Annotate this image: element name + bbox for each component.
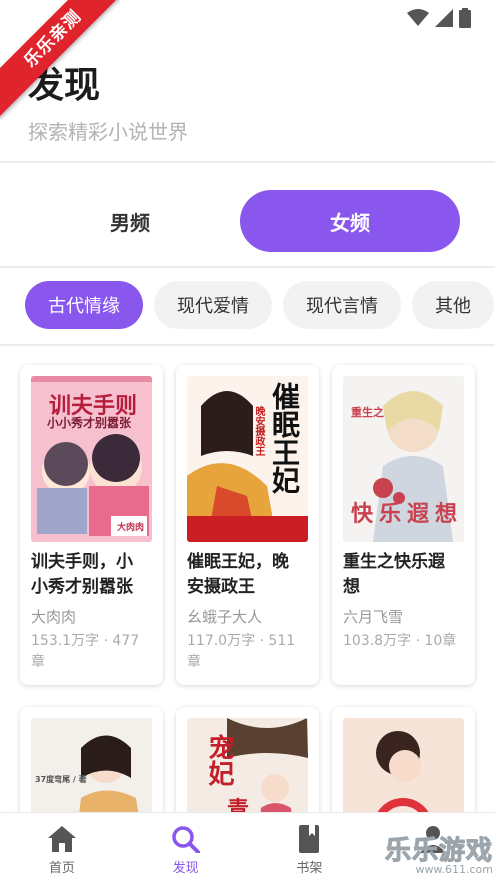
book-title: 重生之快乐遐 想	[332, 542, 475, 600]
book-title: 催眠王妃，晚 安摄政王	[176, 542, 319, 600]
book-meta-line: 153.1万字 · 477	[31, 633, 140, 649]
category-chip-ancient[interactable]: 古代情缘	[25, 281, 143, 329]
book-title-line: 重生之快乐遐	[343, 552, 445, 572]
nav-home[interactable]: 首页	[0, 813, 124, 880]
watermark-main: 乐乐游戏	[384, 836, 493, 867]
watermark-logo: 乐乐游戏 www.611.com	[384, 830, 493, 877]
book-title-line: 训夫手则，小	[31, 552, 133, 572]
battery-icon	[459, 8, 471, 28]
category-chip-modern-romance[interactable]: 现代言情	[283, 281, 401, 329]
corner-ribbon: 乐乐亲测	[0, 0, 120, 120]
status-icons	[407, 8, 471, 28]
nav-bookshelf-label: 书架	[296, 861, 323, 876]
book-meta-line: 103.8万字 · 10章	[343, 633, 457, 649]
tab-male[interactable]: 男频	[20, 190, 240, 252]
cover-title: 重生之	[351, 406, 384, 419]
book-cover: 催眠王妃 晚安摄政王	[187, 376, 308, 542]
cover-title: 宠妃	[204, 734, 234, 786]
cover-subtitle: 小小秀才别嚣张	[47, 416, 132, 430]
book-title: 训夫手则，小 小秀才别嚣张	[20, 542, 163, 600]
page-subtitle: 探索精彩小说世界	[28, 120, 188, 144]
book-meta: 103.8万字 · 10章	[332, 627, 475, 662]
book-cover: 训夫手则 小小秀才别嚣张 大肉肉	[31, 376, 152, 542]
nav-discover-label: 发现	[172, 861, 199, 876]
book-meta: 117.0万字 · 511 章	[176, 627, 319, 683]
book-author: 大肉肉	[31, 608, 77, 626]
cover-author-tag: 大肉肉	[117, 523, 145, 533]
book-card[interactable]: 重生之 快乐遐想 重生之快乐遐 想 六月飞雪 103.8万字 · 10章	[332, 365, 475, 685]
nav-home-label: 首页	[48, 861, 75, 876]
signal-icon	[435, 9, 453, 27]
wifi-icon	[407, 9, 429, 26]
book-meta-line: 章	[31, 654, 45, 670]
cover-subtitle: 晚安摄政王	[253, 406, 264, 456]
book-meta: 153.1万字 · 477 章	[20, 627, 163, 683]
book-title-line: 小秀才别嚣张	[31, 577, 133, 597]
bookshelf-icon	[299, 825, 320, 853]
category-row: 古代情缘 现代爱情 现代言情 其他	[25, 281, 494, 329]
nav-discover[interactable]: 发现	[124, 813, 248, 880]
cover-subtitle: 快乐遐想	[351, 502, 464, 527]
book-card[interactable]: 训夫手则 小小秀才别嚣张 大肉肉 训夫手则，小 小秀才别嚣张 大肉肉 153.1…	[20, 365, 163, 685]
tab-female[interactable]: 女频	[240, 190, 460, 252]
divider	[0, 344, 495, 346]
book-card[interactable]: 催眠王妃 晚安摄政王 催眠王妃，晚 安摄政王 幺蛾子大人 117.0万字 · 5…	[176, 365, 319, 685]
gender-toggle: 男频 女频	[20, 190, 460, 252]
home-icon	[47, 826, 76, 852]
book-title-line: 催眠王妃，晚	[187, 552, 289, 572]
divider	[0, 266, 495, 268]
book-author: 幺蛾子大人	[187, 608, 263, 626]
book-author: 六月飞雪	[343, 608, 404, 626]
book-meta-line: 章	[187, 654, 201, 670]
nav-bookshelf[interactable]: 书架	[248, 813, 372, 880]
cover-title: 催眠王妃	[268, 382, 301, 494]
divider	[0, 161, 495, 163]
book-cover: 重生之 快乐遐想	[343, 376, 464, 542]
category-chip-other[interactable]: 其他	[412, 281, 494, 329]
book-title-line: 安摄政王	[187, 577, 255, 597]
book-title-line: 想	[343, 577, 360, 597]
cover-author-tag: 37度弯尾 / 著	[35, 775, 87, 784]
book-meta-line: 117.0万字 · 511	[187, 633, 296, 649]
category-chip-modern-love[interactable]: 现代爱情	[154, 281, 272, 329]
ribbon-text: 乐乐亲测	[0, 0, 120, 119]
search-icon	[171, 826, 200, 853]
